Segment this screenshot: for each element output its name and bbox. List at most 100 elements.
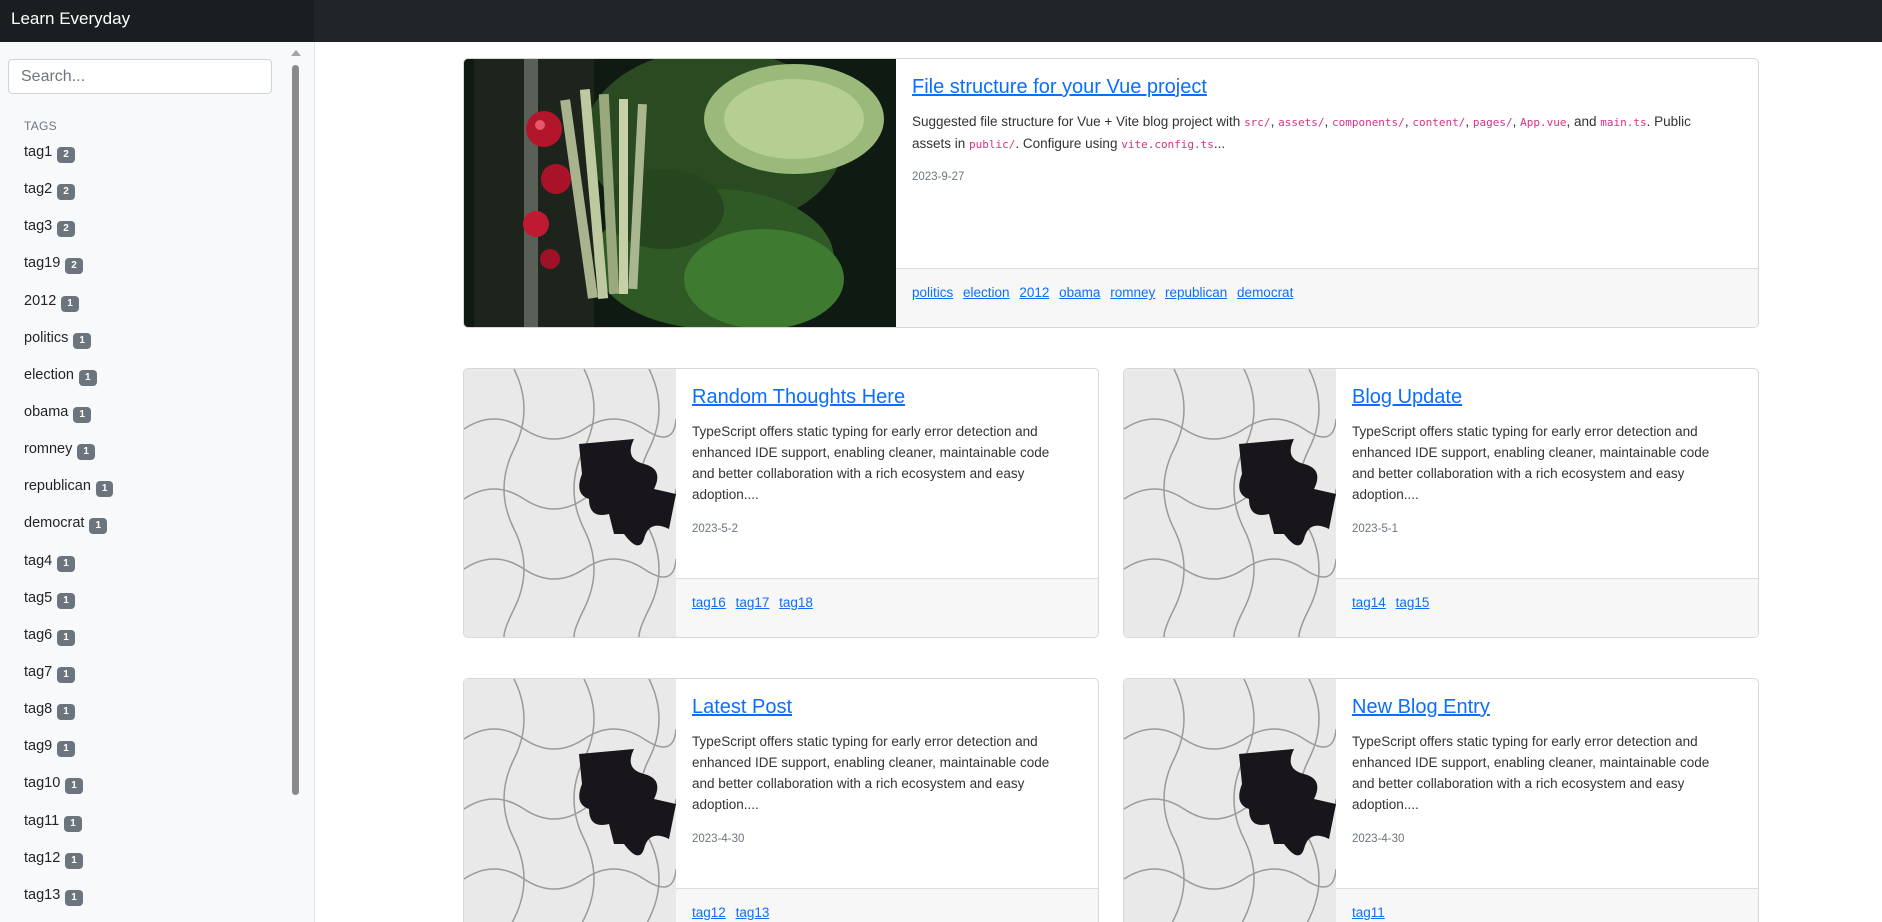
conjunction: , and — [1566, 114, 1601, 129]
tag-count-badge: 1 — [65, 889, 83, 906]
tag-item[interactable]: tag9 1 — [24, 738, 113, 775]
post-description: TypeScript offers static typing for earl… — [1352, 734, 1710, 812]
post-tag-link[interactable]: tag12 — [692, 905, 726, 920]
tag-item[interactable]: tag7 1 — [24, 664, 113, 701]
post-title[interactable]: Blog Update — [1352, 386, 1462, 409]
scroll-up-arrow-icon[interactable] — [291, 50, 301, 56]
post-tag-link[interactable]: tag11 — [1352, 905, 1385, 920]
tag-item[interactable]: tag5 1 — [24, 590, 113, 627]
tag-count-badge: 1 — [65, 852, 83, 869]
post-tags: tag11 — [1352, 905, 1391, 920]
tag-count-badge: 1 — [77, 444, 95, 461]
post-date: 2023-5-2 — [692, 523, 739, 535]
search-input[interactable] — [8, 59, 272, 94]
tag-label: tag8 — [24, 701, 53, 718]
tag-item[interactable]: tag11 1 — [24, 813, 113, 850]
tag-label: tag7 — [24, 663, 53, 680]
post-tag-link[interactable]: tag13 — [736, 905, 770, 920]
vegetables-photo — [464, 59, 896, 327]
tag-item[interactable]: romney 1 — [24, 441, 113, 478]
post-description: TypeScript offers static typing for earl… — [692, 734, 1050, 812]
separator: , — [1324, 114, 1332, 129]
puzzle-photo — [1124, 369, 1337, 637]
code-public: public/ — [969, 138, 1016, 151]
tag-item[interactable]: tag3 2 — [24, 218, 113, 255]
code-pages: pages/ — [1472, 116, 1513, 129]
tag-label: tag2 — [24, 181, 53, 198]
tag-label: tag10 — [24, 775, 61, 792]
sidebar-scrollbar[interactable] — [288, 42, 302, 922]
post-card-footer: tag16 tag17 tag18 — [676, 578, 1098, 637]
post-card-footer: tag11 — [1336, 888, 1758, 922]
tag-item[interactable]: tag6 1 — [24, 627, 113, 664]
puzzle-image — [1124, 369, 1337, 637]
tag-item[interactable]: tag19 2 — [24, 255, 113, 292]
sidebar: TAGS tag12 tag22 tag32 tag192 20121 poli… — [0, 42, 315, 922]
tag-item[interactable]: tag13 1 — [24, 887, 113, 922]
puzzle-photo — [464, 369, 677, 637]
post-tag-link[interactable]: tag18 — [779, 595, 813, 610]
puzzle-image — [464, 679, 677, 922]
tag-label: tag11 — [24, 812, 60, 829]
separator: , — [1512, 114, 1521, 129]
tag-count-badge: 2 — [65, 258, 83, 275]
tag-item[interactable]: democrat 1 — [24, 515, 113, 552]
tag-item[interactable]: tag10 1 — [24, 775, 113, 812]
tag-count-badge: 1 — [73, 406, 91, 423]
tag-count-badge: 1 — [57, 666, 75, 683]
post-tag-link[interactable]: election — [963, 285, 1010, 300]
post-tag-link[interactable]: obama — [1059, 285, 1100, 300]
post-description: TypeScript offers static typing for earl… — [1352, 424, 1710, 502]
post-tag-link[interactable]: republican — [1165, 285, 1227, 300]
featured-post-footer: politics election 2012 obama romney repu… — [896, 268, 1758, 327]
tag-count-badge: 2 — [57, 184, 75, 201]
scrollbar-thumb[interactable] — [292, 65, 299, 795]
tag-label: tag5 — [24, 589, 53, 606]
tag-label: politics — [24, 329, 69, 346]
tag-item[interactable]: 2012 1 — [24, 293, 113, 330]
tag-item[interactable]: politics 1 — [24, 330, 113, 367]
code-vite: vite.config.ts — [1121, 138, 1214, 151]
tag-item[interactable]: tag1 2 — [24, 144, 113, 181]
puzzle-image — [1124, 679, 1337, 922]
tag-item[interactable]: tag4 1 — [24, 553, 113, 590]
tag-item[interactable]: republican 1 — [24, 478, 114, 515]
post-title[interactable]: New Blog Entry — [1352, 696, 1490, 719]
tag-item[interactable]: tag12 1 — [24, 850, 113, 887]
tag-count-badge: 1 — [95, 481, 114, 498]
tag-item[interactable]: election 1 — [24, 367, 113, 404]
featured-post-card: File structure for your Vue project Sugg… — [463, 58, 1759, 328]
post-card-footer: tag12 tag13 — [676, 888, 1098, 922]
post-date: 2023-4-30 — [692, 833, 745, 845]
separator: , — [1465, 114, 1473, 129]
tag-count-badge: 1 — [65, 778, 83, 795]
top-navbar: Learn Everyday — [0, 0, 1882, 42]
featured-post-title[interactable]: File structure for your Vue project — [912, 76, 1207, 99]
post-list: File structure for your Vue project Sugg… — [315, 42, 1882, 922]
featured-post-body: File structure for your Vue project Sugg… — [896, 59, 1758, 269]
post-tag-link[interactable]: 2012 — [1019, 285, 1049, 300]
tag-label: 2012 — [24, 292, 57, 309]
tag-item[interactable]: tag2 2 — [24, 181, 113, 218]
puzzle-photo — [1124, 679, 1337, 922]
post-tag-link[interactable]: romney — [1110, 285, 1155, 300]
site-brand[interactable]: Learn Everyday — [11, 9, 130, 29]
post-tag-link[interactable]: politics — [912, 285, 953, 300]
post-title[interactable]: Latest Post — [692, 696, 792, 719]
post-tag-link[interactable]: tag14 — [1352, 595, 1386, 610]
puzzle-photo — [464, 679, 677, 922]
post-tag-link[interactable]: tag17 — [736, 595, 770, 610]
description-text: . Configure using — [1015, 136, 1122, 151]
tag-count-badge: 2 — [57, 147, 75, 163]
post-card-body: Random Thoughts Here TypeScript offers s… — [676, 369, 1098, 579]
featured-post-tags: politics election 2012 obama romney repu… — [912, 285, 1299, 300]
tag-item[interactable]: tag8 1 — [24, 701, 113, 738]
tag-item[interactable]: obama 1 — [24, 404, 113, 441]
tags-heading: TAGS — [24, 119, 57, 133]
post-tag-link[interactable]: tag16 — [692, 595, 726, 610]
post-title[interactable]: Random Thoughts Here — [692, 386, 905, 409]
code-assets: assets/ — [1278, 116, 1325, 129]
post-tag-link[interactable]: democrat — [1237, 285, 1293, 300]
ellipsis: ... — [1213, 136, 1226, 151]
post-tag-link[interactable]: tag15 — [1396, 595, 1430, 610]
